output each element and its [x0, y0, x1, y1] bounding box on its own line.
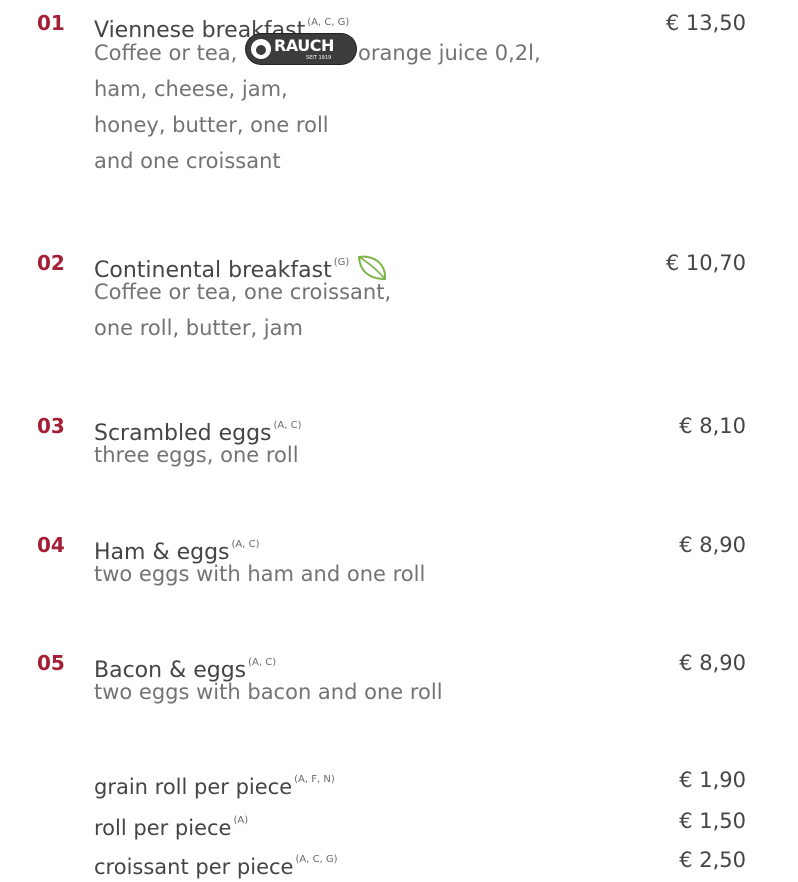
allergen-codes: (G) — [333, 257, 350, 268]
extra-title: roll per piece (A) — [94, 806, 248, 843]
item-description: three eggs, one roll — [94, 437, 299, 473]
rauch-logo-mark — [251, 39, 272, 59]
item-number: 05 — [37, 651, 65, 675]
item-description: two eggs with ham and one roll — [94, 556, 425, 592]
allergen-codes: (A, C, G) — [307, 17, 350, 28]
extra-price: € 1,90 — [679, 768, 746, 792]
extra-item-grain-roll: grain roll per piece (A, F, N) € 1,90 — [0, 765, 798, 799]
extra-item-roll: roll per piece (A) € 1,50 — [0, 806, 798, 840]
rauch-logo: RAUCH SEIT 1919 — [246, 34, 357, 64]
desc-line: orange juice 0,2l, — [358, 41, 541, 65]
item-number: 02 — [37, 251, 65, 275]
item-description: Coffee or tea, RAUCH SEIT 1919 orange ju… — [94, 34, 541, 179]
desc-line: two eggs with ham and one roll — [94, 562, 426, 586]
desc-line: two eggs with bacon and one roll — [94, 680, 443, 704]
allergen-codes: (A) — [233, 815, 249, 826]
item-price: € 13,50 — [665, 11, 746, 35]
desc-line: ham, cheese, jam, — [94, 77, 288, 101]
allergen-codes: (A, C, G) — [295, 854, 338, 865]
item-price: € 8,90 — [679, 533, 746, 557]
extra-price: € 1,50 — [679, 809, 746, 833]
extra-title: croissant per piece (A, C, G) — [94, 845, 338, 882]
item-description: Coffee or tea, one croissant, one roll, … — [94, 274, 391, 346]
item-price: € 8,10 — [679, 414, 746, 438]
extra-title-text: croissant per piece — [94, 855, 294, 879]
item-description: two eggs with bacon and one roll — [94, 674, 443, 710]
extra-title-text: grain roll per piece — [94, 775, 293, 799]
desc-line: honey, butter, one roll — [94, 113, 329, 137]
allergen-codes: (A, F, N) — [294, 774, 335, 785]
extra-item-croissant: croissant per piece (A, C, G) € 2,50 — [0, 845, 798, 879]
item-number: 03 — [37, 414, 65, 438]
extra-title-text: roll per piece — [94, 816, 232, 840]
extra-title: grain roll per piece (A, F, N) — [94, 765, 335, 802]
item-number: 01 — [37, 11, 65, 35]
allergen-codes: (A, C) — [273, 420, 302, 431]
item-price: € 8,90 — [679, 651, 746, 675]
desc-line: one roll, butter, jam — [94, 316, 303, 340]
item-price: € 10,70 — [665, 251, 746, 275]
desc-line: Coffee or tea, — [94, 41, 238, 65]
allergen-codes: (A, C) — [248, 657, 277, 668]
rauch-wordmark: RAUCH — [274, 36, 334, 55]
item-number: 04 — [37, 533, 65, 557]
desc-line: three eggs, one roll — [94, 443, 299, 467]
desc-line: and one croissant — [94, 149, 281, 173]
rauch-tagline: SEIT 1919 — [306, 55, 332, 61]
extra-price: € 2,50 — [679, 848, 746, 872]
desc-line: Coffee or tea, one croissant, — [94, 280, 392, 304]
allergen-codes: (A, C) — [231, 539, 260, 550]
